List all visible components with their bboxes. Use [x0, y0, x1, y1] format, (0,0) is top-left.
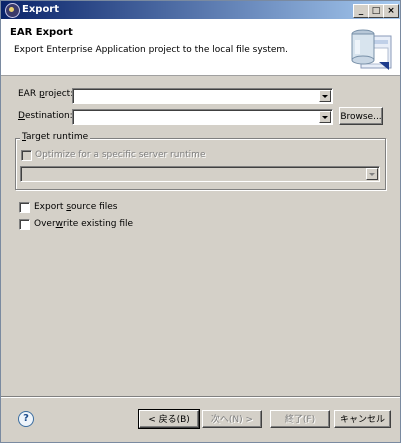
optimize-runtime-label: Optimize for a specific server runtime [35, 150, 206, 160]
target-runtime-group [15, 138, 386, 190]
ear-project-label: EAR project: [18, 89, 74, 99]
target-runtime-legend: Target runtime [20, 132, 91, 142]
back-button[interactable]: < 戻る(B) [138, 409, 200, 429]
cancel-button[interactable]: キャンセル [334, 410, 391, 428]
maximize-button[interactable]: □ [368, 4, 384, 18]
export-wizard-jar-icon [351, 29, 392, 70]
optimize-runtime-checkbox[interactable] [21, 150, 32, 161]
chevron-down-icon[interactable] [319, 111, 331, 123]
export-dialog: Export _ □ × EAR Export Export Enterpris… [0, 0, 401, 443]
destination-combo[interactable] [72, 109, 333, 125]
export-source-checkbox[interactable] [19, 202, 30, 213]
title-bar: Export _ □ × [1, 1, 400, 19]
next-button[interactable]: 次へ(N) > [202, 410, 262, 428]
wizard-header: EAR Export Export Enterprise Application… [1, 19, 400, 76]
minimize-button[interactable]: _ [353, 4, 369, 18]
wizard-description: Export Enterprise Application project to… [14, 45, 289, 55]
destination-label: Destination: [18, 111, 73, 121]
close-button[interactable]: × [383, 4, 399, 18]
overwrite-checkbox[interactable] [19, 219, 30, 230]
help-icon[interactable]: ? [18, 411, 34, 427]
chevron-down-icon[interactable] [319, 90, 331, 102]
eclipse-icon [5, 3, 20, 18]
target-runtime-combo[interactable] [20, 166, 380, 182]
button-bar-separator [1, 396, 400, 398]
ear-project-combo[interactable] [72, 88, 333, 104]
overwrite-label: Overwrite existing file [34, 219, 134, 229]
export-source-label: Export source files [34, 202, 118, 212]
wizard-title: EAR Export [10, 27, 73, 38]
browse-button[interactable]: Browse... [339, 107, 383, 125]
chevron-down-icon[interactable] [366, 168, 378, 180]
window-title: Export [22, 4, 60, 15]
finish-button[interactable]: 終了(F) [270, 410, 330, 428]
